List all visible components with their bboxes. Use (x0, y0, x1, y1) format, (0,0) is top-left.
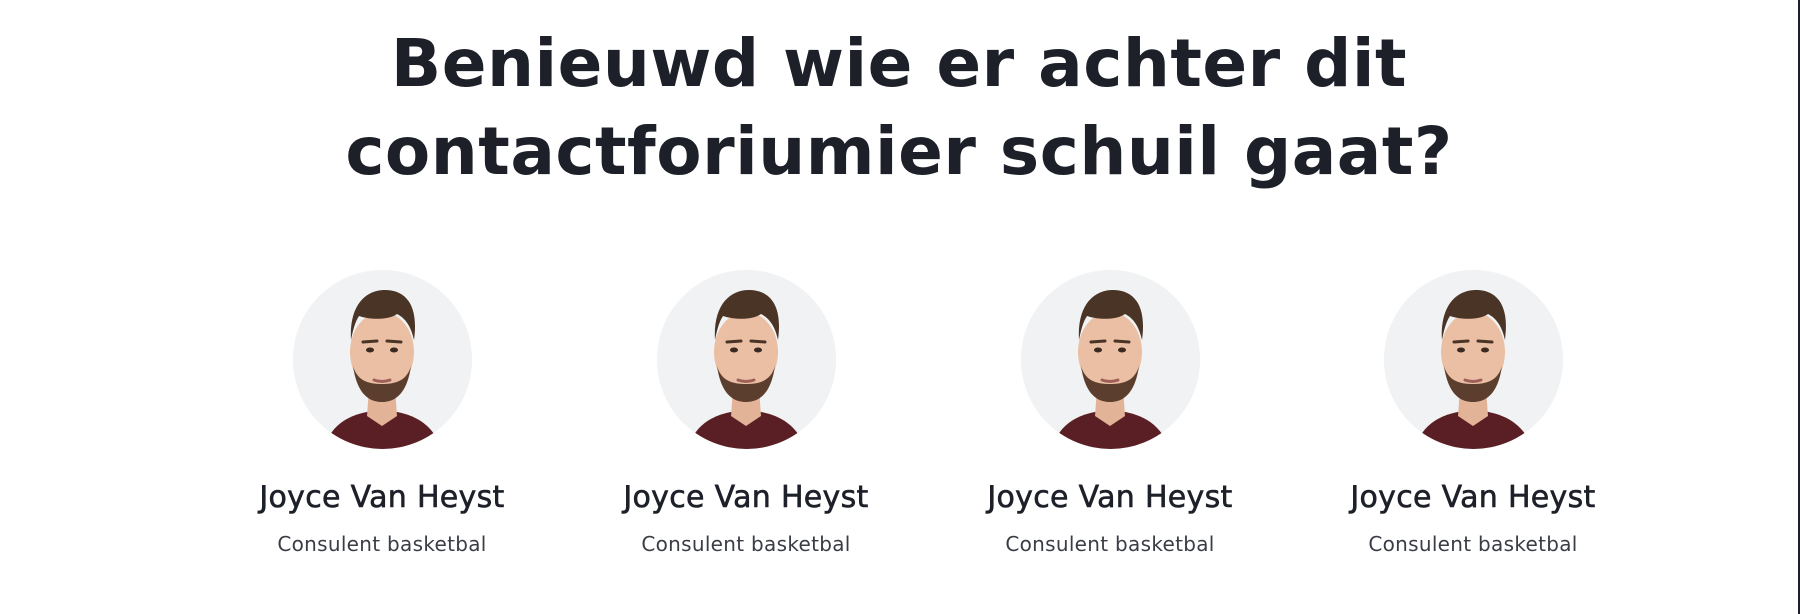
team-member-card: Joyce Van Heyst Consulent basketbal (950, 270, 1270, 558)
member-role: Consulent basketbal (277, 532, 487, 556)
member-name: Joyce Van Heyst (987, 480, 1233, 516)
section-heading-line-1: Benieuwd wie er achter dit (390, 25, 1408, 102)
person-portrait-icon (656, 270, 836, 449)
member-name: Joyce Van Heyst (623, 480, 869, 516)
team-member-card: Joyce Van Heyst Consulent basketbal (222, 270, 542, 558)
avatar (1383, 270, 1563, 449)
member-role: Consulent basketbal (641, 532, 851, 556)
person-portrait-icon (292, 270, 472, 449)
avatar (1020, 270, 1200, 449)
member-name: Joyce Van Heyst (1350, 480, 1596, 516)
section-heading-line-2: contactforiumier schuil gaat? (345, 113, 1453, 190)
member-role: Consulent basketbal (1368, 532, 1578, 556)
person-portrait-icon (1383, 270, 1563, 449)
member-name: Joyce Van Heyst (259, 480, 505, 516)
person-portrait-icon (1020, 270, 1200, 449)
section-heading: Benieuwd wie er achter dit contactforium… (0, 20, 1798, 196)
team-member-card: Joyce Van Heyst Consulent basketbal (586, 270, 906, 558)
avatar (292, 270, 472, 449)
member-role: Consulent basketbal (1005, 532, 1215, 556)
team-member-card: Joyce Van Heyst Consulent basketbal (1313, 270, 1633, 558)
team-grid: Joyce Van Heyst Consulent basketbal Joyc… (0, 270, 1800, 600)
avatar (656, 270, 836, 449)
